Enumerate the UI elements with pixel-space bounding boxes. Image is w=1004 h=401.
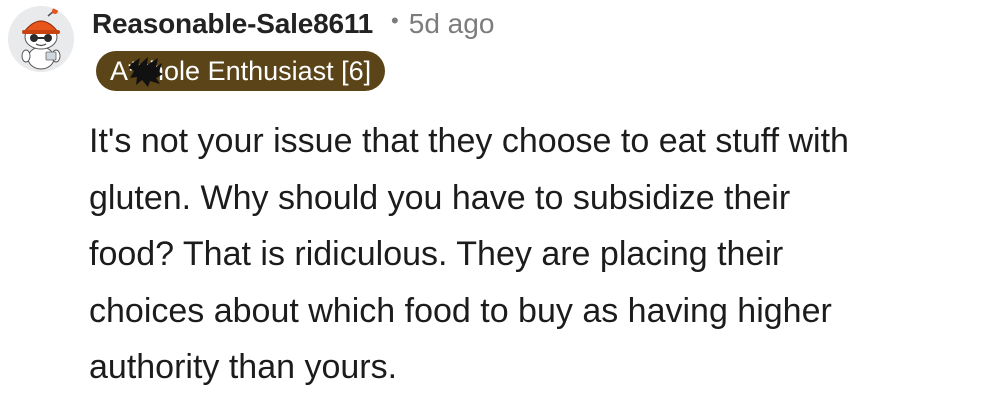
comment-body-line: choices about which food to buy as havin… <box>89 291 832 330</box>
comment-body-line: It's not your issue that they choose to … <box>89 122 849 160</box>
snoo-avatar-icon <box>21 8 61 70</box>
user-flair-text: A**hole Enthusiast [6] <box>110 56 371 87</box>
comment-timestamp[interactable]: 5d ago <box>409 8 495 40</box>
author-username[interactable]: Reasonable-Sale8611 <box>92 8 373 40</box>
comment-header: Reasonable-Sale8611 • 5d ago <box>92 4 494 44</box>
comment-body-line: authority than yours. <box>89 348 398 386</box>
user-flair: A**hole Enthusiast [6] <box>96 51 386 91</box>
comment: Reasonable-Sale8611 • 5d ago A**hole Ent… <box>0 0 1004 401</box>
censor-scribble-icon <box>129 56 163 87</box>
user-avatar[interactable] <box>8 6 74 72</box>
comment-body-line: food? That is ridiculous. They are placi… <box>89 235 784 273</box>
separator-dot: • <box>391 8 399 33</box>
comment-body-line: gluten. Why should you have to subsidize… <box>89 178 791 217</box>
comment-body: It's not your issue that they choose to … <box>89 113 989 396</box>
